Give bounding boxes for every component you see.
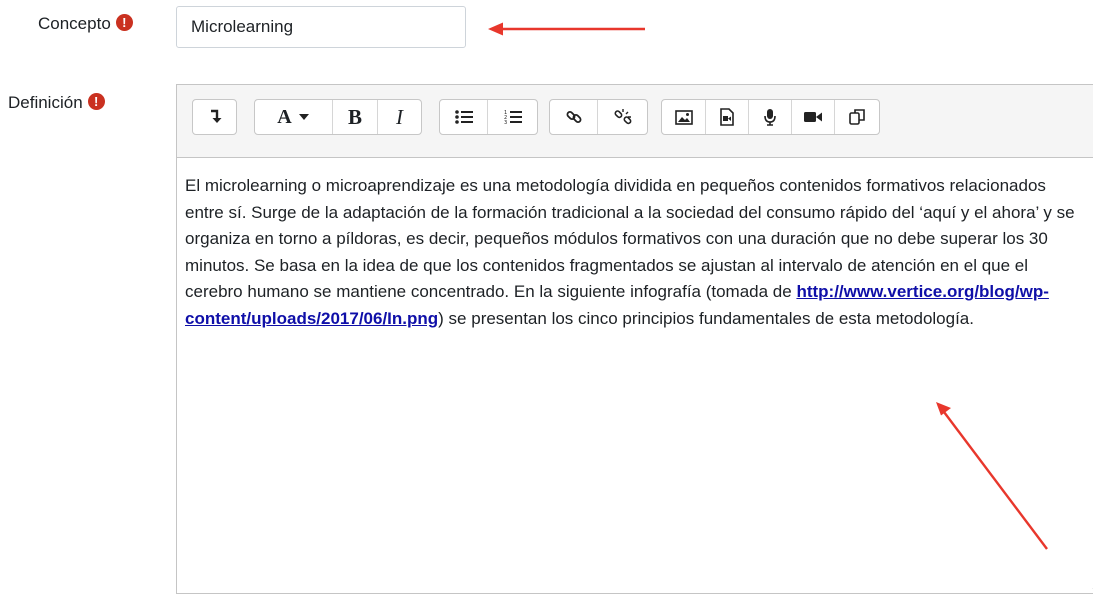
definition-label-row: Definición! [8,93,105,113]
toolbar-toggle-icon[interactable] [193,100,236,134]
unordered-list-icon[interactable] [440,100,488,134]
concept-label: Concepto [38,14,111,33]
concept-input[interactable] [176,6,466,48]
svg-text:3: 3 [504,120,507,125]
definition-label: Definición [8,93,83,112]
exclamation-circle-icon: ! [87,93,105,110]
definition-editor: A B I 123 El microlearning o microaprend… [176,84,1093,594]
microphone-icon[interactable] [749,100,792,134]
font-style-dropdown-icon[interactable]: A [255,100,333,134]
toolbar-group-links [549,99,648,135]
image-icon[interactable] [662,100,706,134]
toolbar-group-media [661,99,880,135]
toolbar-group-lists: 123 [439,99,538,135]
editor-toolbar: A B I 123 [177,85,1093,158]
italic-icon[interactable]: I [378,100,421,134]
link-icon[interactable] [550,100,598,134]
toolbar-group-format: A B I [254,99,422,135]
media-icon[interactable] [706,100,749,134]
exclamation-circle-icon: ! [115,14,133,31]
bold-icon[interactable]: B [333,100,378,134]
concept-label-row: Concepto! [38,14,133,34]
ordered-list-icon[interactable]: 123 [488,100,537,134]
unlink-icon[interactable] [598,100,647,134]
toolbar-group-toggle [192,99,237,135]
definition-text-part2: ) se presentan los cinco principios fund… [438,308,974,328]
definition-text[interactable]: El microlearning o microaprendizaje es u… [185,173,1081,332]
annotation-arrow-concept [488,22,645,36]
video-camera-icon[interactable] [792,100,835,134]
copy-icon[interactable] [835,100,879,134]
